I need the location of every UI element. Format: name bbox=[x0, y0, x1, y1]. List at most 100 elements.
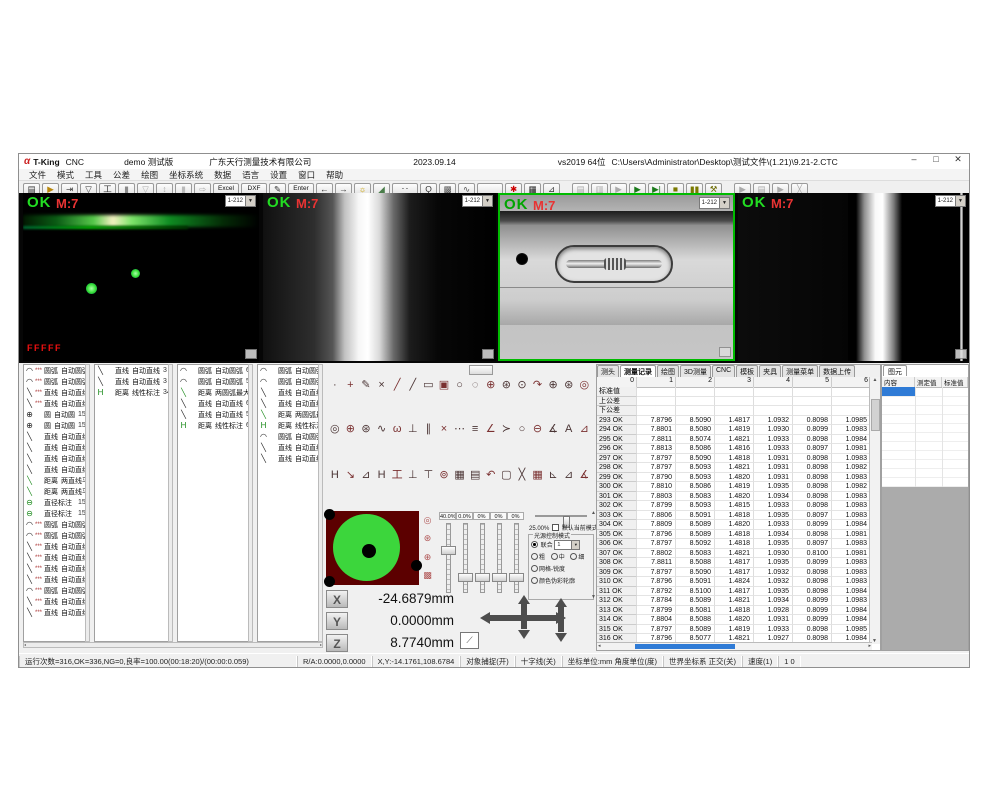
camera-4-lens-select[interactable]: 1-212▼ bbox=[935, 195, 966, 207]
z-jog-arrows[interactable] bbox=[556, 598, 566, 642]
tool-icon-0-2[interactable]: ✎ bbox=[358, 378, 374, 392]
list-item[interactable]: ╲***直线自动直线 bbox=[24, 552, 89, 563]
tool-icon-0-8[interactable]: ○ bbox=[452, 378, 468, 392]
table-row[interactable]: 293 OK7.87968.50901.48171.09320.80981.09… bbox=[597, 416, 872, 426]
table-row[interactable]: 297 OK7.87978.50901.48181.09310.80981.09… bbox=[597, 454, 872, 464]
table-row[interactable]: 311 OK7.87928.51001.48171.09350.80981.09… bbox=[597, 587, 872, 597]
list-item[interactable]: ╲***直线自动直线 bbox=[24, 596, 89, 607]
tool-icon-2-0[interactable]: H bbox=[327, 468, 343, 482]
intensity-slider[interactable] bbox=[535, 515, 587, 517]
tool-icon-0-0[interactable]: · bbox=[327, 378, 343, 392]
mode-radio-grid[interactable] bbox=[531, 565, 538, 572]
tool-icon-1-2[interactable]: ⊛ bbox=[358, 422, 374, 436]
menu-0[interactable]: 文件 bbox=[29, 169, 46, 181]
tool-icon-2-16[interactable]: ∡ bbox=[577, 468, 593, 482]
table-row[interactable]: 303 OK7.88068.50911.48181.09350.80971.09… bbox=[597, 511, 872, 521]
list-item[interactable]: ╲***直线自动直线 bbox=[24, 563, 89, 574]
menu-8[interactable]: 设置 bbox=[270, 169, 287, 181]
tool-icon-1-14[interactable]: ∡ bbox=[545, 422, 561, 436]
tool-icon-0-10[interactable]: ⊕ bbox=[483, 378, 499, 392]
tool-icon-0-1[interactable]: + bbox=[343, 378, 359, 392]
tool-icon-2-7[interactable]: ⊚ bbox=[436, 468, 452, 482]
close-button[interactable]: ✕ bbox=[947, 154, 969, 165]
list-item[interactable]: ◠***圆弧自动圆弧 bbox=[24, 376, 89, 387]
tool-icon-2-4[interactable]: 工 bbox=[389, 468, 405, 482]
table-row[interactable]: 315 OK7.87978.50891.48191.09330.80981.09… bbox=[597, 625, 872, 635]
tool-icon-1-7[interactable]: × bbox=[436, 422, 452, 436]
list-item[interactable]: ◠圆弧自动圆弧5 bbox=[258, 431, 322, 442]
list-item[interactable]: ◠***圆弧自动圆弧 bbox=[24, 519, 89, 530]
camera-pane-1[interactable]: FFFFF OK M:7 1-212▼ bbox=[23, 193, 259, 361]
list-item[interactable]: ╲直线自动直线15 bbox=[24, 431, 89, 442]
camera-pane-3-selected[interactable]: OK M:7 1-212▼ bbox=[498, 193, 735, 361]
tool-icon-2-12[interactable]: ╳ bbox=[514, 468, 530, 482]
list-item[interactable]: ╲直线自动直线15 bbox=[24, 453, 89, 464]
tool-icon-0-5[interactable]: ╱ bbox=[405, 378, 421, 392]
restore-button[interactable]: □ bbox=[925, 154, 947, 165]
mode-radio-union[interactable] bbox=[531, 541, 538, 548]
menu-10[interactable]: 帮助 bbox=[326, 169, 343, 181]
tool-icon-2-14[interactable]: ⊾ bbox=[545, 468, 561, 482]
list-item[interactable]: ╲直线自动直线15 bbox=[24, 464, 89, 475]
list-item[interactable]: ╲***直线自动直线 bbox=[24, 398, 89, 409]
tool-icon-1-13[interactable]: ⊖ bbox=[530, 422, 546, 436]
feature-list-panel-1[interactable]: ◠***圆弧自动圆弧◠***圆弧自动圆弧╲***直线自动直线╲***直线自动直线… bbox=[23, 364, 90, 642]
table-row[interactable]: 314 OK7.88048.50881.48201.09310.80991.09… bbox=[597, 615, 872, 625]
light-mode-icon-2[interactable]: ⊕ bbox=[424, 552, 432, 563]
list-item[interactable]: ╲距离两圆弧最大距 bbox=[258, 409, 322, 420]
list-item[interactable]: ╲直线自动直线6 bbox=[178, 398, 252, 409]
tool-icon-1-15[interactable]: A bbox=[561, 422, 577, 436]
camera-pane-2[interactable]: OK M:7 1-212▼ bbox=[263, 193, 496, 361]
table-row[interactable]: 294 OK7.88018.50801.48191.09300.80991.09… bbox=[597, 425, 872, 435]
table-row[interactable]: 305 OK7.87968.50891.48181.09340.80981.09… bbox=[597, 530, 872, 540]
light-mode-icons[interactable]: ◎⊛⊕▩ bbox=[420, 511, 435, 585]
tab-6[interactable]: 夹具 bbox=[759, 365, 781, 377]
channel-dropdown[interactable]: 1▼ bbox=[554, 540, 580, 550]
list-item[interactable]: ╲直线自动直线5 bbox=[258, 387, 322, 398]
table-row[interactable]: 299 OK7.87908.50931.48201.09310.80981.09… bbox=[597, 473, 872, 483]
tab-8[interactable]: 数据上传 bbox=[819, 365, 855, 377]
mode-radio-fine[interactable] bbox=[570, 553, 577, 560]
list-item[interactable]: ⊖直径标注15801 bbox=[24, 497, 89, 508]
mode-radio-pseudocolor[interactable] bbox=[531, 577, 538, 584]
tool-icon-1-1[interactable]: ⊕ bbox=[343, 422, 359, 436]
slider-track[interactable] bbox=[446, 523, 451, 593]
table-row[interactable]: 302 OK7.87998.50931.48151.09330.80981.09… bbox=[597, 501, 872, 511]
tab-element[interactable]: 图元 bbox=[883, 365, 907, 376]
list-item[interactable]: ╲直线自动直线3 bbox=[95, 376, 172, 387]
table-hscrollbar[interactable]: ◂▸ bbox=[597, 642, 872, 650]
axis-z-icon[interactable]: Z bbox=[326, 634, 348, 652]
list-item[interactable]: ╲***直线自动直线 bbox=[24, 541, 89, 552]
axis-plot-button[interactable]: ⟋ bbox=[460, 632, 479, 649]
tool-icon-1-3[interactable]: ∿ bbox=[374, 422, 390, 436]
tool-icon-1-10[interactable]: ∠ bbox=[483, 422, 499, 436]
list-item[interactable]: ╲直线自动直线5 bbox=[258, 442, 322, 453]
tab-0[interactable]: 测头 bbox=[597, 365, 619, 377]
tool-icon-2-8[interactable]: ▦ bbox=[452, 468, 468, 482]
slider-thumb[interactable] bbox=[492, 573, 507, 582]
list-scrollbar[interactable] bbox=[248, 364, 253, 642]
list-item[interactable]: ◠***圆弧自动圆弧 bbox=[24, 530, 89, 541]
list-item[interactable]: H距离线性标注55 bbox=[258, 420, 322, 431]
axis-x-icon[interactable]: X bbox=[326, 590, 348, 608]
tool-icon-0-4[interactable]: ╱ bbox=[389, 378, 405, 392]
slider-thumb[interactable] bbox=[441, 546, 456, 555]
table-row[interactable]: 301 OK7.88038.50831.48201.09340.80981.09… bbox=[597, 492, 872, 502]
tool-icon-0-12[interactable]: ⊙ bbox=[514, 378, 530, 392]
table-special-row[interactable]: 上公差 bbox=[597, 397, 872, 407]
tool-icon-1-9[interactable]: ≡ bbox=[467, 422, 483, 436]
title-bar[interactable]: α T-King CNC demo 测试版 广东天行测量技术有限公司 2023.… bbox=[19, 154, 970, 169]
axis-y-icon[interactable]: Y bbox=[326, 612, 348, 630]
tool-icon-2-5[interactable]: ⊥ bbox=[405, 468, 421, 482]
tool-icon-0-15[interactable]: ⊛ bbox=[561, 378, 577, 392]
camera-2-lens-select[interactable]: 1-212▼ bbox=[462, 195, 493, 207]
tool-icon-1-0[interactable]: ◎ bbox=[327, 422, 343, 436]
tab-3[interactable]: 3D测量 bbox=[680, 365, 711, 377]
tool-icon-2-3[interactable]: H bbox=[374, 468, 390, 482]
table-row[interactable]: 312 OK7.87848.50891.48211.09340.80991.09… bbox=[597, 596, 872, 606]
table-row[interactable]: 300 OK7.88108.50861.48191.09350.80981.09… bbox=[597, 482, 872, 492]
table-row[interactable]: 313 OK7.87998.50811.48181.09280.80991.09… bbox=[597, 606, 872, 616]
light-slider-2[interactable]: 0% bbox=[473, 512, 490, 596]
list-hscrollbar[interactable]: ◂▸ bbox=[23, 642, 323, 648]
list-item[interactable]: ╲距离两直线平均距 bbox=[24, 486, 89, 497]
